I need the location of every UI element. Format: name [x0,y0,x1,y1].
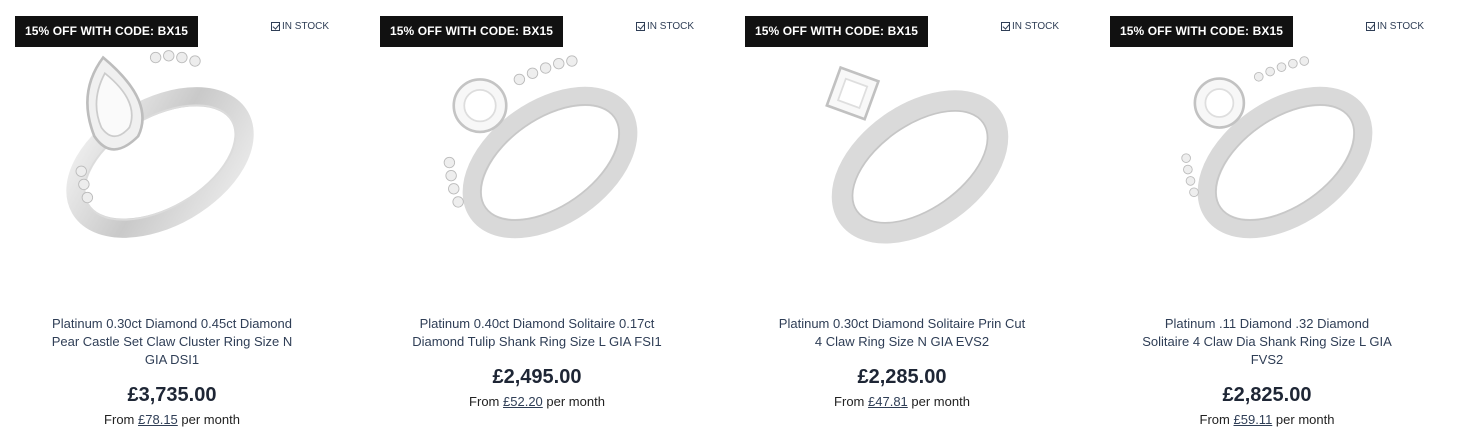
finance-suffix: per month [181,412,240,427]
product-title[interactable]: Platinum 0.30ct Diamond 0.45ct Diamond P… [47,315,297,369]
finance-amount-link[interactable]: £78.15 [138,412,178,427]
finance-prefix: From [834,394,865,409]
product-card[interactable]: 15% OFF WITH CODE: BX15 IN STOCK Platinu… [730,0,1075,441]
promo-badge: 15% OFF WITH CODE: BX15 [745,16,928,47]
finance-suffix: per month [546,394,605,409]
product-title[interactable]: Platinum 0.30ct Diamond Solitaire Prin C… [777,315,1027,351]
product-price: £2,495.00 [492,366,582,388]
finance-info: From £47.81 per month [777,394,1027,409]
ring-image[interactable] [425,40,675,250]
stock-label: IN STOCK [1012,20,1060,32]
finance-amount-link[interactable]: £59.11 [1234,412,1273,427]
finance-amount-link[interactable]: £47.81 [868,394,908,409]
ring-image[interactable] [1160,40,1410,250]
stock-label: IN STOCK [1377,20,1425,32]
promo-badge: 15% OFF WITH CODE: BX15 [380,16,563,47]
finance-prefix: From [1199,412,1230,427]
finance-info: From £59.11 per month [1142,412,1392,427]
ring-image[interactable] [35,40,285,250]
in-stock-status: IN STOCK [1001,19,1059,33]
finance-suffix: per month [911,394,970,409]
ring-image[interactable] [795,40,1045,250]
check-icon [1366,21,1375,31]
in-stock-status: IN STOCK [636,19,694,33]
stock-label: IN STOCK [282,20,330,32]
in-stock-status: IN STOCK [1366,19,1424,33]
finance-prefix: From [469,394,500,409]
stock-label: IN STOCK [647,20,695,32]
promo-badge: 15% OFF WITH CODE: BX15 [15,16,198,47]
promo-badge: 15% OFF WITH CODE: BX15 [1110,16,1293,47]
check-icon [271,21,280,31]
product-grid: 15% OFF WITH CODE: BX15 IN STOCK Platinu… [0,0,1457,441]
product-title[interactable]: Platinum 0.40ct Diamond Solitaire 0.17ct… [412,315,662,351]
product-price: £2,285.00 [857,366,947,388]
product-card[interactable]: 15% OFF WITH CODE: BX15 IN STOCK Platinu… [1095,0,1440,441]
finance-suffix: per month [1275,412,1335,427]
product-card[interactable]: 15% OFF WITH CODE: BX15 IN STOCK Platinu… [0,0,345,441]
finance-prefix: From [104,412,135,427]
in-stock-status: IN STOCK [271,19,329,33]
check-icon [636,21,645,31]
product-price: £2,825.00 [1222,384,1312,406]
finance-amount-link[interactable]: £52.20 [503,394,543,409]
product-price: £3,735.00 [127,384,217,406]
check-icon [1001,21,1010,31]
finance-info: From £52.20 per month [412,394,662,409]
product-card[interactable]: 15% OFF WITH CODE: BX15 IN STOCK Platinu… [365,0,710,441]
product-title[interactable]: Platinum .11 Diamond .32 Diamond Solitai… [1142,315,1392,369]
finance-info: From £78.15 per month [47,412,297,427]
